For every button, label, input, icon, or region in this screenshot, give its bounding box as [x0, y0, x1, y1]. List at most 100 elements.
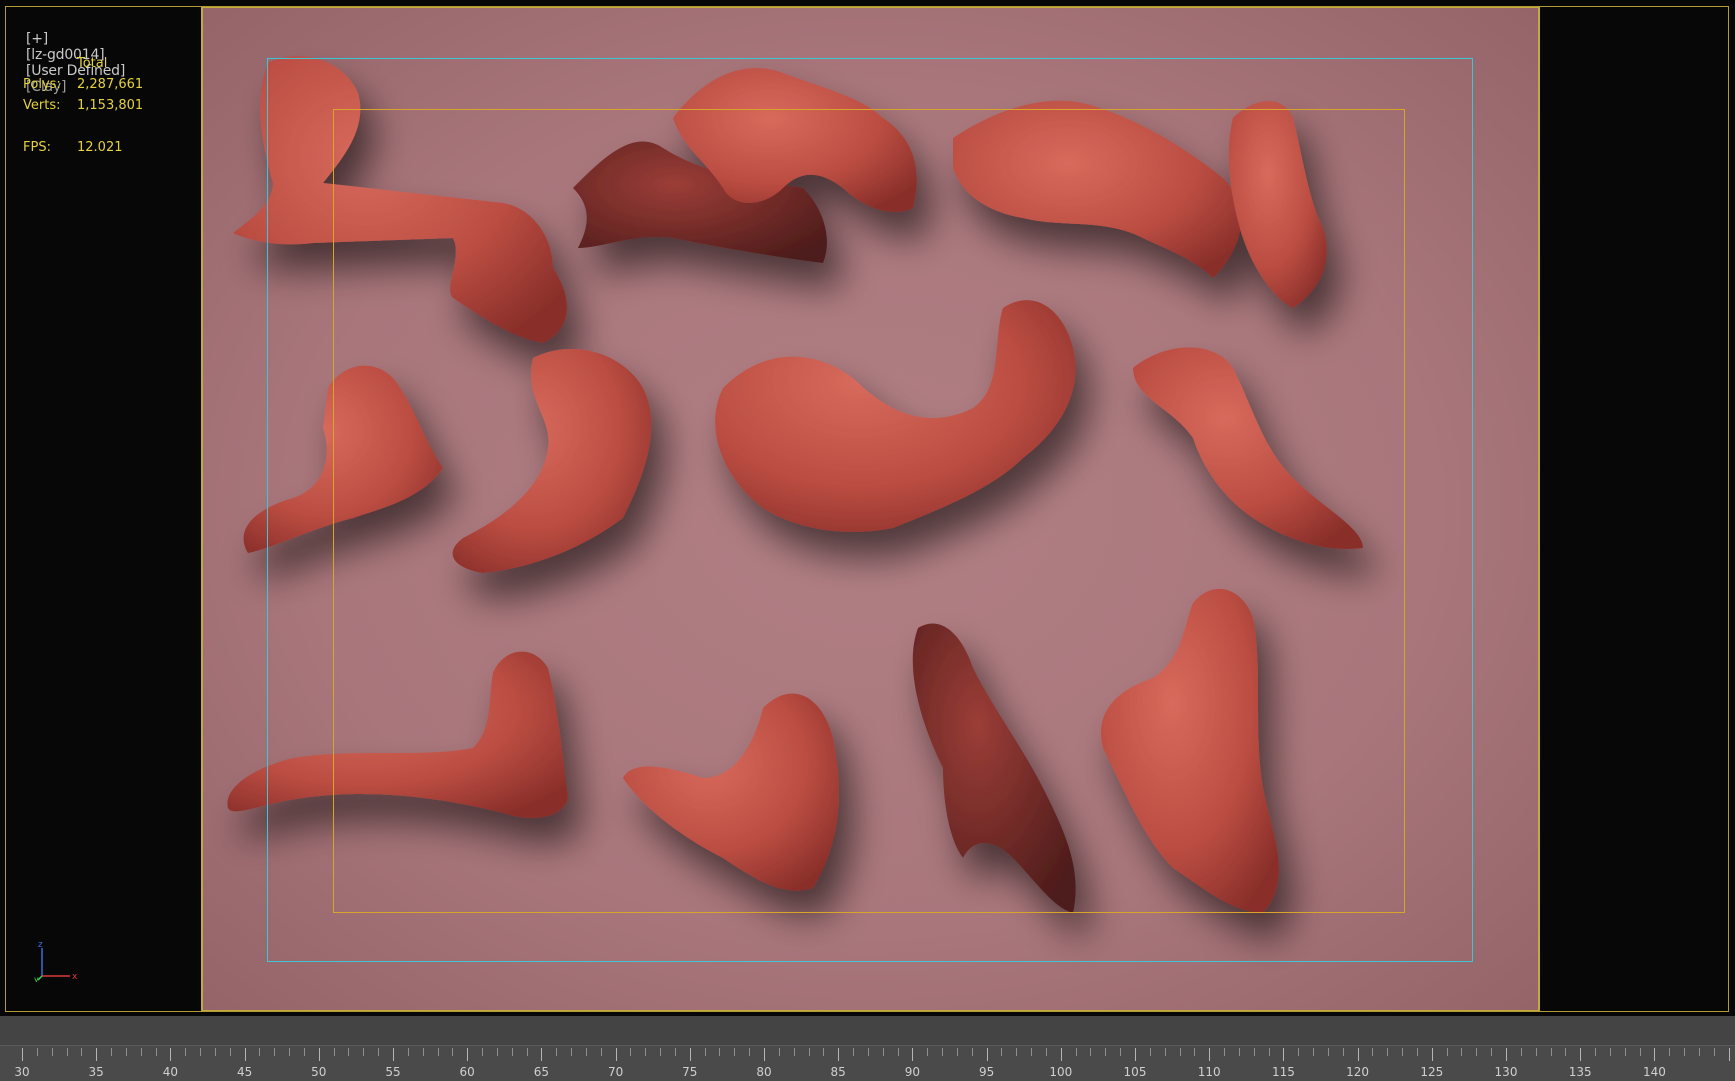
- gizmo-z-label: z: [38, 940, 43, 950]
- stats-verts-label: Verts:: [23, 98, 61, 113]
- ruler-tick: [437, 1048, 439, 1056]
- ruler-tick: [1179, 1048, 1181, 1056]
- ruler-tick: [1402, 1048, 1404, 1056]
- ruler-tick: [422, 1048, 424, 1056]
- stats-polys-label: Polys:: [23, 77, 61, 92]
- ruler-tick: [259, 1048, 261, 1056]
- ruler-tick: [1238, 1048, 1240, 1056]
- ruler-tick: [1283, 1048, 1285, 1061]
- ruler-tick: [749, 1048, 751, 1056]
- ruler-tick: [200, 1048, 202, 1056]
- ruler-tick: [526, 1048, 528, 1056]
- ruler-tick: [1654, 1048, 1656, 1061]
- ruler-tick: [986, 1048, 988, 1061]
- ruler-tick: [823, 1048, 825, 1056]
- ruler-tick: [704, 1048, 706, 1056]
- ruler-frame-label: 125: [1420, 1065, 1444, 1079]
- safe-frame-inner: [333, 109, 1405, 913]
- ruler-tick: [719, 1048, 721, 1056]
- ruler-tick: [1224, 1048, 1226, 1056]
- ruler-tick: [482, 1048, 484, 1056]
- ruler-tick: [1580, 1048, 1582, 1061]
- ruler-tick: [378, 1048, 380, 1056]
- ruler-tick: [1045, 1048, 1047, 1056]
- ruler-tick: [1624, 1048, 1626, 1056]
- ruler-tick: [615, 1048, 617, 1061]
- ruler-tick: [1446, 1048, 1448, 1056]
- gizmo-y-label: y: [34, 975, 39, 982]
- ruler-tick: [645, 1048, 647, 1056]
- ruler-tick: [496, 1048, 498, 1056]
- ruler-tick: [541, 1048, 543, 1061]
- ruler-tick: [1060, 1048, 1062, 1061]
- time-ruler[interactable]: 30 35 40 45 50 55 60 65 70 75 80 85 90 95 100 105 110 115…: [0, 1045, 1735, 1081]
- viewport[interactable]: [+] [lz-gd0014] [User Defined] [Clay] To…: [0, 0, 1735, 1016]
- ruler-tick: [1476, 1048, 1478, 1056]
- ruler-tick: [793, 1048, 795, 1056]
- ruler-tick: [867, 1048, 869, 1056]
- ruler-tick: [1416, 1048, 1418, 1056]
- gizmo-x-label: x: [72, 972, 78, 982]
- stats-header: Total: [77, 56, 108, 71]
- ruler-tick: [170, 1048, 172, 1061]
- ruler-tick: [1253, 1048, 1255, 1056]
- ruler-tick: [1298, 1048, 1300, 1056]
- ruler-tick: [897, 1048, 899, 1056]
- ruler-tick: [185, 1048, 187, 1056]
- ruler-tick: [1075, 1048, 1077, 1056]
- ruler-tick: [808, 1048, 810, 1056]
- ruler-tick: [111, 1048, 113, 1056]
- viewport-label-bar: [+] [lz-gd0014] [User Defined] [Clay]: [9, 15, 125, 111]
- ruler-tick: [244, 1048, 246, 1061]
- ruler-tick: [96, 1048, 98, 1061]
- render-region[interactable]: [201, 6, 1540, 1012]
- ruler-tick: [689, 1048, 691, 1061]
- ruler-frame-label: 100: [1049, 1065, 1073, 1079]
- ruler-tick: [1164, 1048, 1166, 1056]
- ruler-tick: [927, 1048, 929, 1056]
- ruler-frame-label: 85: [830, 1065, 846, 1079]
- ruler-frame-label: 50: [311, 1065, 327, 1079]
- ruler-tick: [912, 1048, 914, 1061]
- ruler-tick: [1713, 1048, 1715, 1056]
- ruler-tick: [51, 1048, 53, 1056]
- ruler-tick: [556, 1048, 558, 1056]
- ruler-tick: [452, 1048, 454, 1056]
- ruler-tick: [882, 1048, 884, 1056]
- timeline-track[interactable]: [0, 1016, 1735, 1048]
- ruler-tick: [600, 1048, 602, 1056]
- ruler-tick: [1031, 1048, 1033, 1056]
- ruler-tick: [764, 1048, 765, 1061]
- ruler-frame-label: 80: [756, 1065, 772, 1079]
- stats-polys-value: 2,287,661: [77, 77, 144, 92]
- ruler-tick: [1535, 1048, 1537, 1056]
- ruler-tick: [1372, 1048, 1374, 1056]
- viewport-plus-menu[interactable]: [+]: [26, 31, 48, 47]
- ruler-tick: [467, 1048, 469, 1061]
- ruler-tick: [838, 1048, 840, 1061]
- ruler-tick: [1001, 1048, 1003, 1056]
- ruler-tick: [1565, 1048, 1567, 1056]
- ruler-tick: [125, 1048, 127, 1056]
- ruler-tick: [1506, 1048, 1507, 1061]
- ruler-tick: [942, 1048, 944, 1056]
- ruler-tick: [1669, 1048, 1671, 1056]
- ruler-frame-label: 30: [14, 1065, 30, 1079]
- ruler-tick: [630, 1048, 632, 1056]
- ruler-tick: [1491, 1048, 1493, 1056]
- ruler-tick: [571, 1048, 573, 1056]
- ruler-frame-label: 60: [459, 1065, 475, 1079]
- stats-fps-label: FPS:: [23, 140, 51, 155]
- ruler-frame-label: 110: [1197, 1065, 1221, 1079]
- ruler-tick: [1609, 1048, 1611, 1056]
- ruler-frame-label: 75: [682, 1065, 698, 1079]
- ruler-tick: [1194, 1048, 1196, 1056]
- ruler-tick: [1357, 1048, 1359, 1061]
- ruler-tick: [229, 1048, 231, 1056]
- axis-gizmo-icon: z x y: [34, 940, 78, 982]
- ruler-tick: [407, 1048, 409, 1056]
- ruler-tick: [778, 1048, 780, 1056]
- ruler-tick: [303, 1048, 305, 1056]
- ruler-tick: [1595, 1048, 1597, 1056]
- ruler-tick: [1105, 1048, 1107, 1056]
